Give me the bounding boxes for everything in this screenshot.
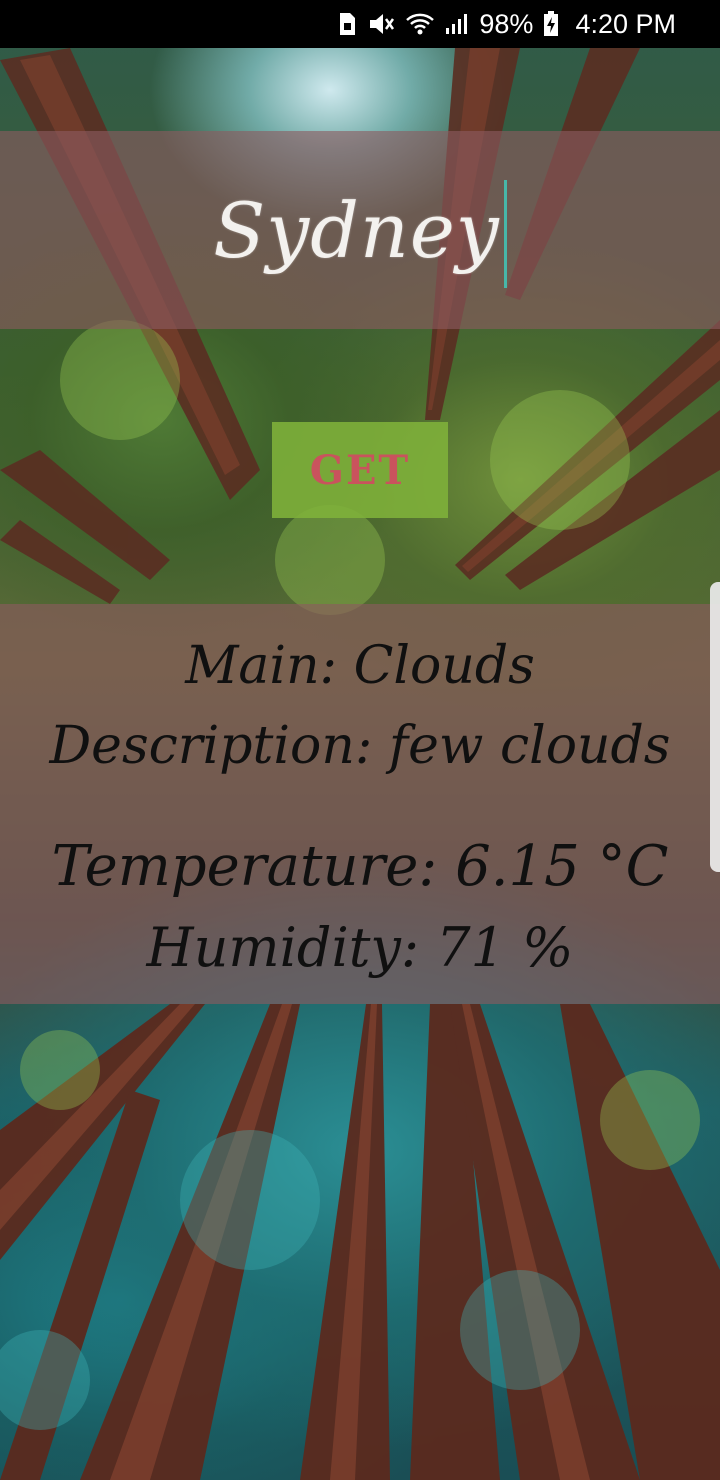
status-bar: 98% 4:20 PM xyxy=(0,0,720,48)
get-button[interactable]: GET xyxy=(272,422,448,518)
weather-temperature-text: Temperature: 6.15 °C xyxy=(51,834,669,899)
text-caret xyxy=(503,180,507,288)
weather-main-text: Main: Clouds xyxy=(185,636,535,696)
city-input-value: Sydney xyxy=(213,185,500,275)
city-input[interactable]: Sydney xyxy=(0,131,720,329)
mute-icon xyxy=(367,11,395,37)
signal-icon xyxy=(445,13,468,35)
edge-panel-handle[interactable] xyxy=(710,582,720,872)
city-input-panel: Sydney xyxy=(0,131,720,329)
battery-percent: 98% xyxy=(479,8,534,39)
status-time: 4:20 PM xyxy=(575,8,676,39)
weather-humidity-text: Humidity: 71 % xyxy=(146,916,574,979)
battery-charging-icon xyxy=(543,11,559,37)
wifi-icon xyxy=(405,12,435,36)
sim-icon xyxy=(337,12,357,36)
weather-info-panel: Main: Clouds Description: few clouds Tem… xyxy=(0,604,720,1004)
weather-description-text: Description: few clouds xyxy=(49,716,671,776)
